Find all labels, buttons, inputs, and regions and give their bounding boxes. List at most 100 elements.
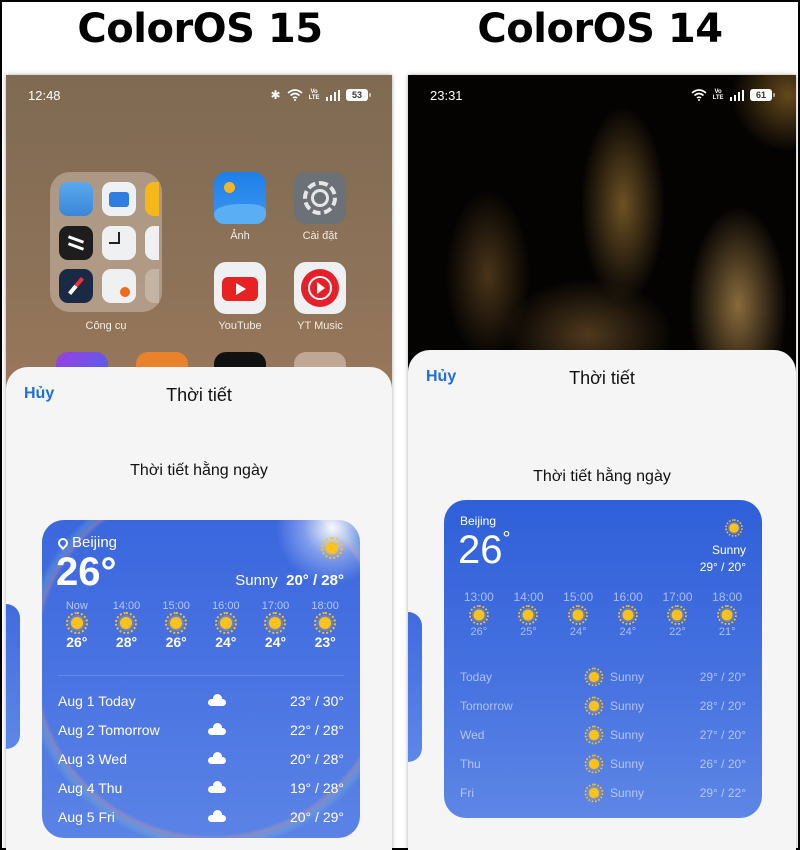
app-label-youtube: YouTube [218,320,262,332]
hourly-item: 16:00 24° [201,600,251,650]
day-name: Tomorrow [460,698,513,713]
more-apps-icon [145,269,159,303]
day-name: Wed [460,727,485,742]
hub-app-icon [59,226,93,260]
hour-temperature: 22° [669,626,686,638]
day-temp-range: 20° / 29° [289,808,344,825]
previous-widget-preview[interactable] [6,604,20,749]
day-name: Aug 4 Thu [58,779,123,796]
sun-icon [617,605,638,625]
sun-icon [667,605,688,625]
day-condition [208,779,226,793]
partly-cloudy-icon [208,721,226,735]
wifi-icon [691,89,707,101]
location-pin-icon [55,535,71,550]
day-temp-range: 29° / 22° [699,785,746,800]
daily-row: Today Sunny 29° / 20° [460,662,746,691]
hour-temperature: 25° [520,626,537,638]
daily-row: Aug 3 Wed 20° / 28° [58,744,344,773]
coloros15-heading: ColorOS 15 [77,6,323,52]
previous-widget-preview[interactable] [408,612,422,762]
yt-music-icon[interactable] [294,262,346,314]
hourly-item: 17:00 24° [251,600,301,650]
day-temp-range: 20° / 28° [289,750,344,767]
weather-app-icon [59,182,93,216]
daily-row: Aug 1 Today 23° / 30° [58,686,344,715]
coloros14-screen: 23:31 Vo LTE 61 Hủy Thời tiết Thời tiết h… [408,75,796,850]
city-name: Beijing [72,534,118,551]
sheet-title: Thời tiết [569,368,635,388]
coloros14-heading: ColorOS 14 [477,6,723,52]
sun-icon [518,605,539,625]
hourly-forecast: Now 26° 14:00 28° 15:00 26° 16:00 24° 17:00 24° 18… [52,600,350,650]
settings-icon[interactable] [294,172,346,224]
tools-folder[interactable] [50,172,162,312]
hourly-item: 14:00 25° [504,590,554,638]
hourly-item: 16:00 24° [603,590,653,638]
day-condition: Sunny [584,667,644,686]
status-bar: 23:31 Vo LTE 61 [408,75,796,115]
day-name: Fri [460,785,474,800]
hour-temperature: 26° [165,634,187,650]
status-bar: 12:48 ✱ Vo LTE 53 [6,75,392,115]
hour-temperature: 26° [470,626,488,638]
sun-icon [584,754,604,773]
weather-widget-preview[interactable]: Beijing 26° Sunny 29° / 20° 13:00 26° 14:0… [444,500,762,818]
temp-range: 29° / 20° [699,560,746,574]
status-time: 12:48 [28,87,61,103]
youtube-icon[interactable] [214,262,266,314]
volte-icon: Vo LTE [308,89,320,101]
app-label-photos: Ảnh [230,230,250,242]
hour-label: 15:00 [563,590,594,604]
day-condition-text: Sunny [610,698,645,713]
hourly-item: 18:00 21° [702,590,752,638]
day-temp-range: 26° / 20° [699,756,746,771]
hourly-item: 17:00 22° [653,590,703,638]
day-name: Aug 5 Fri [58,808,115,825]
hour-temperature: 26° [66,634,88,650]
hour-label: 14:00 [513,590,544,604]
day-condition-text: Sunny [610,785,645,800]
condition-text: Sunny [711,543,746,557]
day-condition: Sunny [584,696,645,715]
sun-icon [717,605,738,625]
hour-temperature: 21° [718,626,736,638]
sun-icon [264,612,287,634]
hourly-item: 18:00 23° [300,600,350,650]
day-name: Aug 3 Wed [58,750,128,767]
day-name: Aug 1 Today [58,692,136,709]
partly-cloudy-icon [208,779,226,793]
coloros15-screen: 12:48 ✱ Vo LTE 53 Công cụ Ảnh Cài đặt You… [6,75,392,850]
sheet-title: Thời tiết [166,385,232,405]
photos-icon[interactable] [214,172,266,224]
hour-label: 18:00 [712,590,743,604]
condition-summary: Sunny 29° / 20° [700,542,746,576]
temp-range: 20° / 28° [286,572,344,589]
day-temp-range: 22° / 28° [289,721,344,738]
hour-temperature: 24° [619,626,637,638]
day-temp-range: 19° / 28° [289,779,344,796]
hour-label: 18:00 [311,600,339,612]
sun-icon [468,605,489,625]
hour-label: 13:00 [463,590,494,604]
daily-row: Tomorrow Sunny 28° / 20° [460,691,746,720]
sun-icon [321,537,343,559]
daily-forecast: Aug 1 Today 23° / 30° Aug 2 Tomorrow 22° / … [58,675,344,831]
sun-icon [65,612,88,634]
sun-icon [584,725,604,744]
partly-cloudy-icon [208,692,226,706]
daily-row: Thu Sunny 26° / 20° [460,749,746,778]
hour-temperature: 23° [314,634,336,650]
files-app-icon [102,182,136,216]
hourly-item: 14:00 28° [102,600,152,650]
hour-label: Now [65,600,88,612]
condition-summary: Sunny 20° / 28° [235,572,344,589]
weather-widget-sheet: Hủy Thời tiết Thời tiết hằng ngày Beijin… [408,350,796,850]
weather-widget-preview[interactable]: Beijing 26° Sunny 20° / 28° Now 26° 14:00 2… [42,520,360,838]
battery-icon: 53 [346,89,371,101]
day-temp-range: 28° / 20° [699,698,746,713]
hour-label: 17:00 [261,600,290,612]
weather-widget-sheet: Hủy Thời tiết Thời tiết hằng ngày Beijin… [6,367,392,850]
daily-forecast: Today Sunny 29° / 20° Tomorrow Sunny 28° / 20… [460,662,746,807]
degree-symbol: ° [502,528,511,550]
